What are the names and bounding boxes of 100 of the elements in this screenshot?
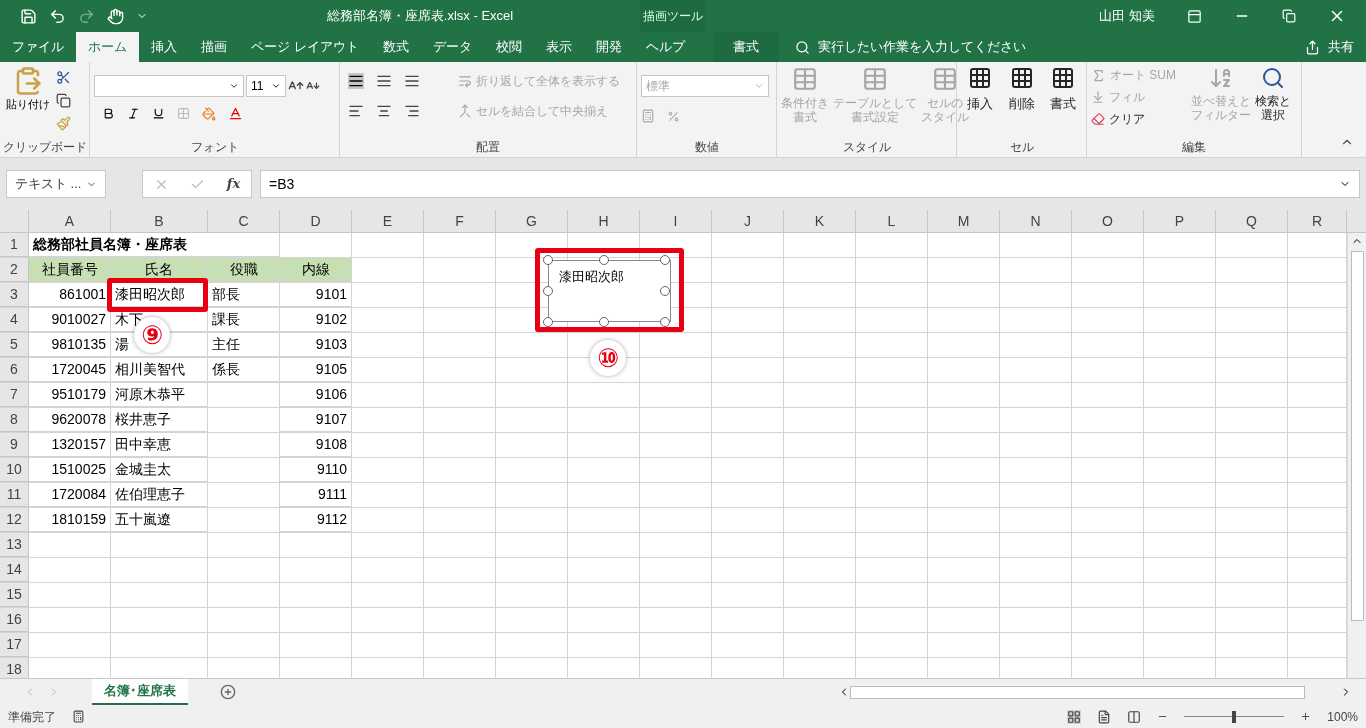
column-header[interactable]: O bbox=[1072, 210, 1144, 232]
align-top-icon[interactable] bbox=[348, 73, 364, 89]
resize-handle[interactable] bbox=[660, 317, 670, 327]
font-size-field[interactable]: 11 bbox=[246, 75, 286, 97]
underline-icon[interactable] bbox=[152, 107, 165, 120]
ribbon-tab[interactable]: ヘルプ bbox=[633, 32, 697, 62]
row-header[interactable]: 17 bbox=[0, 633, 29, 657]
column-header[interactable]: F bbox=[424, 210, 496, 232]
row-header[interactable]: 15 bbox=[0, 583, 29, 607]
copy-icon[interactable] bbox=[56, 93, 71, 108]
paste-button[interactable]: 貼り付け bbox=[4, 66, 52, 113]
table-icon bbox=[792, 66, 818, 92]
zoom-slider-thumb[interactable] bbox=[1232, 710, 1237, 723]
share-button[interactable]: 共有 bbox=[1305, 32, 1366, 62]
ribbon-display-icon[interactable] bbox=[1187, 8, 1202, 24]
ribbon-tab[interactable]: ファイル bbox=[0, 32, 76, 62]
bold-icon[interactable] bbox=[102, 107, 115, 120]
align-middle-icon[interactable] bbox=[376, 73, 392, 89]
macro-record-icon[interactable] bbox=[72, 710, 85, 723]
normal-view-icon[interactable] bbox=[1067, 709, 1082, 724]
ribbon-tab[interactable]: 数式 bbox=[370, 32, 421, 62]
save-icon[interactable] bbox=[20, 7, 37, 25]
column-header[interactable]: B bbox=[111, 210, 208, 232]
resize-handle[interactable] bbox=[599, 255, 609, 265]
formula-field[interactable]: =B3 bbox=[260, 170, 1360, 198]
column-header[interactable]: G bbox=[496, 210, 568, 232]
row-header[interactable]: 7 bbox=[0, 383, 29, 407]
row-header[interactable]: 9 bbox=[0, 433, 29, 457]
row-header[interactable]: 13 bbox=[0, 533, 29, 557]
ribbon-tab[interactable]: 挿入 bbox=[139, 32, 189, 62]
ribbon-tab[interactable]: 描画 bbox=[189, 32, 239, 62]
tell-me-field[interactable]: 実行したい作業を入力してください bbox=[778, 32, 1026, 62]
page-layout-view-icon[interactable] bbox=[1097, 709, 1112, 724]
column-header[interactable]: K bbox=[784, 210, 856, 232]
row-header[interactable]: 10 bbox=[0, 458, 29, 482]
resize-handle[interactable] bbox=[660, 255, 670, 265]
ribbon-tab[interactable]: ホーム bbox=[76, 32, 139, 62]
row-header[interactable]: 3 bbox=[0, 283, 29, 307]
row-header[interactable]: 6 bbox=[0, 358, 29, 382]
zoom-slider[interactable] bbox=[1184, 710, 1285, 723]
resize-handle[interactable] bbox=[543, 286, 553, 296]
column-header[interactable]: L bbox=[856, 210, 928, 232]
name-box[interactable]: テキスト ... bbox=[6, 170, 106, 198]
column-header[interactable]: M bbox=[928, 210, 1000, 232]
resize-handle[interactable] bbox=[543, 255, 553, 265]
cells-button[interactable]: 挿入 bbox=[961, 66, 999, 114]
row-header[interactable]: 18 bbox=[0, 658, 29, 678]
vertical-scrollbar-thumb[interactable] bbox=[1350, 251, 1364, 621]
column-header[interactable]: N bbox=[1000, 210, 1072, 232]
column-header[interactable]: H bbox=[568, 210, 640, 232]
align-center-icon[interactable] bbox=[376, 103, 392, 119]
row-header[interactable]: 11 bbox=[0, 483, 29, 507]
resize-handle[interactable] bbox=[543, 317, 553, 327]
touch-mode-icon[interactable] bbox=[107, 7, 124, 25]
ribbon-tab[interactable]: 書式 bbox=[712, 32, 779, 62]
find-select-button[interactable]: 検索と 選択 bbox=[1255, 66, 1291, 122]
zoom-in-icon[interactable] bbox=[1300, 711, 1312, 722]
align-bottom-icon[interactable] bbox=[404, 73, 420, 89]
row-header[interactable]: 12 bbox=[0, 508, 29, 532]
row-header[interactable]: 4 bbox=[0, 308, 29, 332]
zoom-level[interactable]: 100% bbox=[1327, 707, 1358, 726]
fill-color-icon[interactable] bbox=[202, 106, 216, 121]
sheet-tab[interactable]: 名簿･座席表 bbox=[92, 679, 188, 705]
column-header[interactable]: R bbox=[1288, 210, 1347, 232]
row-header[interactable]: 2 bbox=[0, 258, 29, 282]
row-header[interactable]: 5 bbox=[0, 333, 29, 357]
row-header[interactable]: 8 bbox=[0, 408, 29, 432]
column-header[interactable]: E bbox=[352, 210, 424, 232]
add-sheet-icon[interactable] bbox=[220, 684, 236, 700]
ribbon-tab[interactable]: 表示 bbox=[533, 32, 584, 62]
clear-button[interactable]: クリア bbox=[1091, 110, 1187, 128]
ribbon-tab[interactable]: 開発 bbox=[583, 32, 634, 62]
resize-handle[interactable] bbox=[660, 286, 670, 296]
column-header[interactable]: A bbox=[29, 210, 111, 232]
horizontal-scrollbar-thumb[interactable] bbox=[850, 685, 1305, 699]
column-header[interactable]: Q bbox=[1216, 210, 1288, 232]
resize-handle[interactable] bbox=[599, 317, 609, 327]
column-header[interactable]: J bbox=[712, 210, 784, 232]
column-header[interactable]: I bbox=[640, 210, 712, 232]
align-right-icon[interactable] bbox=[404, 103, 420, 119]
cells-button[interactable]: 削除 bbox=[1002, 66, 1041, 114]
restore-icon[interactable] bbox=[1282, 9, 1296, 23]
insert-function-button[interactable]: fx bbox=[226, 174, 241, 194]
column-header[interactable]: P bbox=[1144, 210, 1216, 232]
undo-icon[interactable] bbox=[49, 7, 66, 25]
cut-icon[interactable] bbox=[56, 70, 71, 85]
cells-button[interactable]: 書式 bbox=[1044, 66, 1082, 114]
column-header[interactable]: C bbox=[208, 210, 280, 232]
row-header[interactable]: 14 bbox=[0, 558, 29, 582]
page-break-view-icon[interactable] bbox=[1127, 709, 1142, 724]
ribbon-tab[interactable]: データ bbox=[420, 32, 484, 62]
align-left-icon[interactable] bbox=[348, 103, 364, 119]
column-header[interactable]: D bbox=[280, 210, 352, 232]
row-header[interactable]: 1 bbox=[0, 233, 29, 257]
row-header[interactable]: 16 bbox=[0, 608, 29, 632]
font-color-icon[interactable] bbox=[228, 106, 243, 121]
ribbon-tab[interactable]: ページ レイアウト bbox=[239, 32, 371, 62]
font-name-field[interactable] bbox=[94, 75, 244, 97]
italic-icon[interactable] bbox=[127, 107, 140, 120]
ribbon-tab[interactable]: 校閲 bbox=[483, 32, 534, 62]
